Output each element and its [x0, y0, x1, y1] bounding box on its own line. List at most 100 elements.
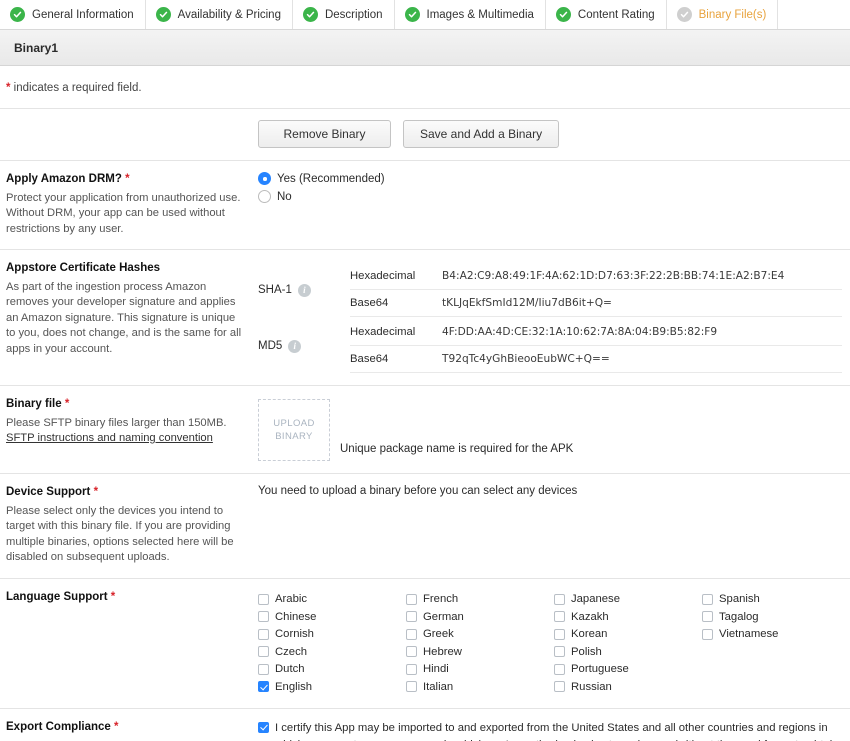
language-option-french[interactable]: French: [406, 591, 554, 609]
checkbox-english[interactable]: [258, 681, 269, 693]
row-appstore-certificate-hashes: Appstore Certificate Hashes As part of t…: [0, 250, 850, 386]
checkbox-czech[interactable]: [258, 646, 269, 658]
drm-option-yes[interactable]: Yes (Recommended): [258, 172, 842, 185]
language-option-kazakh[interactable]: Kazakh: [554, 608, 702, 626]
hash-value: B4:A2:C9:A8:49:1F:4A:62:1D:D7:63:3F:22:2…: [442, 270, 785, 282]
tab-content-rating[interactable]: Content Rating: [545, 0, 667, 29]
checkbox-hebrew[interactable]: [406, 646, 417, 658]
cert-hashes-title: Appstore Certificate Hashes: [6, 262, 161, 274]
radio-yes[interactable]: [258, 172, 271, 185]
language-option-hindi[interactable]: Hindi: [406, 661, 554, 679]
save-and-add-binary-button[interactable]: Save and Add a Binary: [403, 120, 560, 148]
export-compliance-content-cell: I certify this App may be imported to an…: [256, 709, 850, 741]
checkbox-french[interactable]: [406, 593, 417, 605]
checkbox-cornish[interactable]: [258, 628, 269, 640]
checkbox-chinese[interactable]: [258, 611, 269, 623]
tab-description[interactable]: Description: [292, 0, 395, 29]
hash-value: 4F:DD:AA:4D:CE:32:1A:10:62:7A:8A:04:B9:B…: [442, 326, 718, 338]
drm-option-no[interactable]: No: [258, 190, 842, 203]
language-option-japanese[interactable]: Japanese: [554, 591, 702, 609]
export-compliance-text: I certify this App may be imported to an…: [275, 721, 839, 741]
language-label: Portuguese: [571, 663, 629, 676]
upload-area: UPLOAD BINARY Unique package name is req…: [258, 397, 842, 461]
check-circle-icon: [302, 7, 318, 22]
info-icon[interactable]: i: [288, 339, 302, 353]
upload-package-note: Unique package name is required for the …: [340, 443, 574, 455]
language-option-vietnamese[interactable]: Vietnamese: [702, 626, 850, 644]
checkbox-dutch[interactable]: [258, 663, 269, 675]
radio-no[interactable]: [258, 190, 271, 203]
language-option-english[interactable]: English: [258, 678, 406, 696]
cert-hashes-content-cell: SHA-1 i Hexadecimal B4:A2:C9:A8:49:1F:4A…: [256, 250, 850, 385]
language-option-russian[interactable]: Russian: [554, 678, 702, 696]
language-option-portuguese[interactable]: Portuguese: [554, 661, 702, 679]
check-circle-icon: [155, 7, 171, 22]
info-icon[interactable]: i: [297, 283, 311, 297]
check-circle-icon: [555, 7, 571, 22]
checkbox-hindi[interactable]: [406, 663, 417, 675]
language-option-polish[interactable]: Polish: [554, 643, 702, 661]
language-option-german[interactable]: German: [406, 608, 554, 626]
remove-binary-button[interactable]: Remove Binary: [258, 120, 391, 148]
language-option-korean[interactable]: Korean: [554, 626, 702, 644]
device-support-description: Please select only the devices you inten…: [6, 504, 234, 564]
tab-label: General Information: [32, 8, 134, 21]
checkbox-vietnamese[interactable]: [702, 628, 713, 640]
export-compliance-title: Export Compliance *: [6, 720, 119, 733]
hash-algo-md5: MD5 i: [258, 319, 350, 373]
check-circle-icon: [404, 7, 420, 22]
language-label: Spanish: [719, 593, 760, 606]
drm-description: Protect your application from unauthoriz…: [6, 191, 241, 235]
tab-binary-files[interactable]: Binary File(s): [666, 0, 779, 29]
language-checkbox-grid: Arabic Chinese Cornish Czech Dutch Engli…: [258, 590, 850, 696]
checkbox-tagalog[interactable]: [702, 611, 713, 623]
language-label: Cornish: [275, 628, 314, 641]
language-label: Hindi: [423, 663, 449, 676]
checkbox-kazakh[interactable]: [554, 611, 565, 623]
cert-hashes-description: As part of the ingestion process Amazon …: [6, 280, 242, 355]
binary-section-header: Binary1: [0, 30, 850, 66]
language-option-dutch[interactable]: Dutch: [258, 661, 406, 679]
tab-availability-pricing[interactable]: Availability & Pricing: [145, 0, 293, 29]
checkbox-greek[interactable]: [406, 628, 417, 640]
language-option-tagalog[interactable]: Tagalog: [702, 608, 850, 626]
row-language-support: Language Support * Arabic Chinese Cornis…: [0, 579, 850, 709]
checkbox-korean[interactable]: [554, 628, 565, 640]
language-option-spanish[interactable]: Spanish: [702, 591, 850, 609]
language-option-chinese[interactable]: Chinese: [258, 608, 406, 626]
checkbox-russian[interactable]: [554, 681, 565, 693]
check-circle-icon: [10, 7, 25, 22]
hash-table-sha1: SHA-1 i Hexadecimal B4:A2:C9:A8:49:1F:4A…: [258, 261, 842, 317]
hash-row: Base64 tKLJqEkfSmId12M/Iiu7dB6it+Q=: [350, 290, 842, 317]
binary-file-content-cell: UPLOAD BINARY Unique package name is req…: [256, 386, 850, 473]
checkbox-japanese[interactable]: [554, 593, 565, 605]
checkbox-german[interactable]: [406, 611, 417, 623]
checkbox-arabic[interactable]: [258, 593, 269, 605]
upload-binary-dropzone[interactable]: UPLOAD BINARY: [258, 399, 330, 461]
language-label: Japanese: [571, 593, 620, 606]
language-option-czech[interactable]: Czech: [258, 643, 406, 661]
tab-general-information[interactable]: General Information: [0, 0, 146, 29]
checkbox-spanish[interactable]: [702, 593, 713, 605]
tab-images-multimedia[interactable]: Images & Multimedia: [394, 0, 546, 29]
language-option-greek[interactable]: Greek: [406, 626, 554, 644]
hash-encoding-label: Hexadecimal: [350, 326, 416, 338]
language-option-hebrew[interactable]: Hebrew: [406, 643, 554, 661]
language-label: Chinese: [275, 610, 317, 623]
language-label: Kazakh: [571, 610, 609, 623]
binary-file-label-cell: Binary file * Please SFTP binary files l…: [0, 386, 256, 473]
language-option-arabic[interactable]: Arabic: [258, 591, 406, 609]
language-option-italian[interactable]: Italian: [406, 678, 554, 696]
language-label: Vietnamese: [719, 628, 779, 641]
checkbox-export-compliance[interactable]: [258, 721, 269, 733]
hash-value: tKLJqEkfSmId12M/Iiu7dB6it+Q=: [442, 297, 612, 309]
checkbox-italian[interactable]: [406, 681, 417, 693]
checkbox-polish[interactable]: [554, 646, 565, 658]
hash-value: T92qTc4yGhBieooEubWC+Q==: [442, 353, 610, 365]
hash-key-column-md5: MD5 i: [258, 319, 350, 373]
language-option-cornish[interactable]: Cornish: [258, 626, 406, 644]
export-compliance-statement[interactable]: I certify this App may be imported to an…: [258, 720, 842, 741]
sftp-instructions-link[interactable]: SFTP instructions and naming convention: [6, 431, 213, 447]
row-binary-file: Binary file * Please SFTP binary files l…: [0, 386, 850, 474]
checkbox-portuguese[interactable]: [554, 663, 565, 675]
